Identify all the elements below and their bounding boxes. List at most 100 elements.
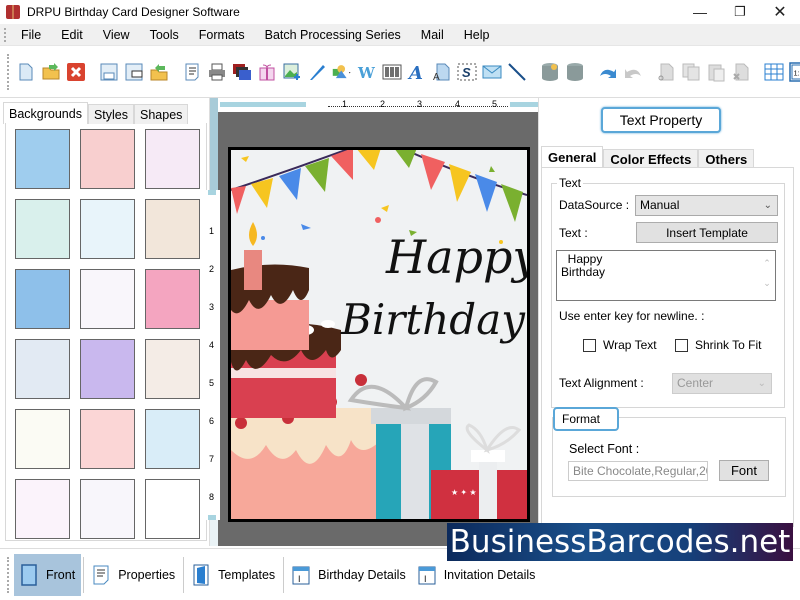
paste-icon bbox=[708, 64, 724, 81]
card-text-happy[interactable]: Happy bbox=[386, 230, 527, 284]
tab-templates[interactable]: Templates bbox=[186, 554, 281, 596]
menu-tools[interactable]: Tools bbox=[140, 24, 189, 46]
tab-general[interactable]: General bbox=[541, 146, 604, 168]
background-thumbnail-pink-birthday[interactable] bbox=[145, 269, 200, 329]
background-thumbnail-teddy-bear[interactable] bbox=[145, 339, 200, 399]
paste-button[interactable] bbox=[706, 62, 726, 82]
background-thumbnail-stars[interactable] bbox=[15, 269, 70, 329]
delete-button[interactable] bbox=[731, 62, 751, 82]
bottom-separator bbox=[83, 556, 85, 593]
background-thumbnail-pastel-figures[interactable] bbox=[80, 199, 135, 259]
tab-shapes[interactable]: Shapes bbox=[134, 104, 189, 124]
minimize-button[interactable]: — bbox=[680, 0, 720, 24]
cut-button[interactable] bbox=[656, 62, 676, 82]
shapes-icon bbox=[332, 64, 350, 78]
tab-backgrounds[interactable]: Backgrounds bbox=[3, 102, 88, 124]
chevron-down-icon: ⌄ bbox=[757, 378, 766, 389]
menu-grip bbox=[4, 27, 7, 42]
database-import-button[interactable] bbox=[540, 62, 560, 82]
tab-color-effects[interactable]: Color Effects bbox=[603, 149, 699, 168]
background-thumbnail-pink-pattern[interactable] bbox=[80, 129, 135, 189]
text-watermark-button[interactable]: A bbox=[432, 62, 452, 82]
menu-batch-processing[interactable]: Batch Processing Series bbox=[255, 24, 411, 46]
background-thumbnail-rainbow[interactable] bbox=[80, 339, 135, 399]
datasource-dropdown[interactable]: Manual ⌄ bbox=[635, 195, 778, 216]
text-property-button[interactable]: Text Property bbox=[601, 107, 721, 133]
database-import-icon bbox=[541, 62, 558, 81]
signature-button[interactable]: S bbox=[457, 62, 477, 82]
menu-bar: File Edit View Tools Formats Batch Proce… bbox=[0, 24, 800, 46]
menu-edit[interactable]: Edit bbox=[51, 24, 93, 46]
card-text-birthday[interactable]: Birthday bbox=[341, 295, 525, 344]
background-thumbnail-red-hearts[interactable] bbox=[145, 479, 200, 539]
maximize-button[interactable]: ❐ bbox=[720, 0, 760, 24]
text-alignment-dropdown[interactable]: Center ⌄ bbox=[672, 373, 772, 394]
actual-size-button[interactable]: 1:1 bbox=[788, 61, 800, 82]
text-button[interactable]: A bbox=[407, 62, 427, 82]
properties-button[interactable] bbox=[182, 62, 202, 82]
ruler-mark: 2 bbox=[209, 264, 215, 274]
undo-button[interactable] bbox=[598, 62, 618, 82]
database-button[interactable] bbox=[565, 62, 585, 82]
wrap-text-checkbox[interactable]: Wrap Text bbox=[583, 338, 657, 352]
horizontal-ruler: 1 2 3 4 5 bbox=[218, 98, 538, 112]
background-thumbnail-pale-balloons[interactable] bbox=[80, 269, 135, 329]
close-file-button[interactable] bbox=[66, 62, 86, 82]
redo-button[interactable] bbox=[623, 62, 643, 82]
save-button[interactable] bbox=[99, 62, 119, 82]
menu-formats[interactable]: Formats bbox=[189, 24, 255, 46]
tab-properties[interactable]: Properties bbox=[86, 554, 181, 596]
new-button[interactable] bbox=[16, 62, 36, 82]
close-button[interactable]: ✕ bbox=[760, 0, 800, 24]
shrink-to-fit-checkbox[interactable]: Shrink To Fit bbox=[675, 338, 761, 352]
birthday-card[interactable]: ★ ✦ ★ Happy Birthday bbox=[228, 147, 530, 522]
text-input[interactable]: Happy Birthday ⌃ ⌄ bbox=[556, 250, 776, 301]
line-button[interactable] bbox=[507, 62, 527, 82]
print-button[interactable] bbox=[207, 62, 227, 82]
toolbar: W A A S 1:1 bbox=[0, 46, 800, 98]
background-thumbnail-happy-birthday-text[interactable] bbox=[15, 409, 70, 469]
copy-button[interactable] bbox=[681, 62, 701, 82]
text-input-scrollbar[interactable]: ⌃ ⌄ bbox=[761, 253, 773, 298]
background-thumbnail-bird-balloons[interactable] bbox=[145, 199, 200, 259]
background-thumbnail-balloon-bunches[interactable] bbox=[80, 479, 135, 539]
barcode-button[interactable] bbox=[382, 62, 402, 82]
menu-view[interactable]: View bbox=[93, 24, 140, 46]
chevron-down-icon: ⌄ bbox=[763, 200, 772, 211]
wordart-button[interactable]: W bbox=[357, 62, 377, 82]
mail-button[interactable] bbox=[482, 62, 502, 82]
invitation-details-icon: I bbox=[418, 566, 436, 584]
tab-birthday-details[interactable]: I Birthday Details bbox=[286, 554, 412, 596]
tab-styles[interactable]: Styles bbox=[87, 104, 135, 124]
background-thumbnail-butterflies[interactable] bbox=[145, 129, 200, 189]
gift-button[interactable] bbox=[257, 62, 277, 82]
tab-front-label: Front bbox=[46, 567, 76, 582]
menu-file[interactable]: File bbox=[11, 24, 51, 46]
background-thumbnail-bubbles[interactable] bbox=[15, 339, 70, 399]
datasource-label: DataSource : bbox=[559, 198, 630, 212]
background-thumbnail-daisies[interactable] bbox=[15, 199, 70, 259]
save-as-button[interactable] bbox=[124, 62, 144, 82]
insert-template-button[interactable]: Insert Template bbox=[636, 222, 778, 243]
menu-help[interactable]: Help bbox=[454, 24, 500, 46]
insert-image-button[interactable] bbox=[282, 62, 302, 82]
ruler-mark: 3 bbox=[417, 99, 423, 109]
tab-front[interactable]: Front bbox=[14, 553, 82, 596]
gallery-scroll-thumb[interactable] bbox=[210, 98, 218, 198]
grid-button[interactable] bbox=[764, 62, 784, 82]
menu-mail[interactable]: Mail bbox=[411, 24, 454, 46]
font-field[interactable]: Bite Chocolate,Regular,20.2 bbox=[568, 461, 708, 481]
text-watermark-icon: A bbox=[433, 63, 449, 82]
background-button[interactable] bbox=[232, 62, 252, 82]
font-button[interactable]: Font bbox=[719, 460, 769, 481]
background-thumbnail-balloons-sky[interactable] bbox=[145, 409, 200, 469]
background-thumbnail-heart-outlines[interactable] bbox=[15, 479, 70, 539]
export-button[interactable] bbox=[149, 62, 169, 82]
background-thumbnail-clouds[interactable] bbox=[15, 129, 70, 189]
tab-others[interactable]: Others bbox=[698, 149, 755, 168]
background-thumbnail-pink-hearts-stripes[interactable] bbox=[80, 409, 135, 469]
open-button[interactable] bbox=[41, 62, 61, 82]
signature-pen-button[interactable] bbox=[307, 62, 327, 82]
shapes-button[interactable] bbox=[332, 62, 352, 82]
checkbox-box bbox=[583, 338, 596, 352]
